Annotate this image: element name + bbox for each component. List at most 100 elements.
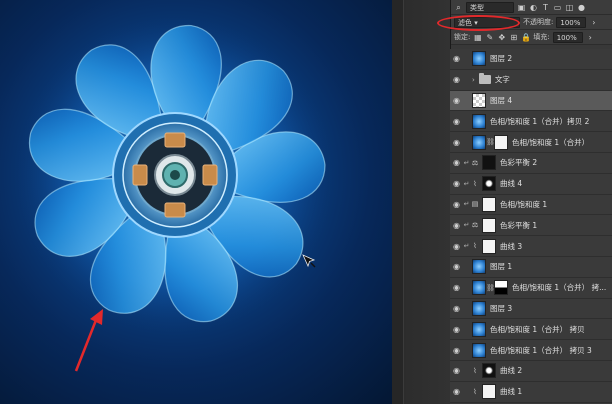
adjust-curve-icon[interactable]: ⌇ [470,179,480,189]
layer-row[interactable]: ◉ 图层 2 [450,49,612,70]
layer-thumbnail[interactable] [472,113,486,129]
lock-all-icon[interactable]: 🔒 [521,33,531,42]
layer-row[interactable]: ◉ ⌇ 曲线 1 [450,381,612,403]
blend-mode-select[interactable]: 滤色 ▾ [454,16,520,28]
layer-thumbnail[interactable] [482,155,496,171]
layer-thumbnail[interactable] [472,51,486,67]
adjust-curve-icon[interactable]: ⌇ [470,387,480,397]
filter-pixel-icon[interactable]: ▣ [517,3,526,12]
layer-thumbnail[interactable] [482,196,496,212]
opacity-value: 100% [560,18,581,27]
layer-name: 曲线 4 [500,179,523,189]
layer-name: 曲线 1 [500,387,523,397]
visibility-eye-icon[interactable]: ◉ [450,304,463,313]
fill-input[interactable]: 100% [552,31,583,43]
filter-adjust-icon[interactable]: ◐ [529,3,538,12]
chevron-right-icon[interactable]: › [589,18,598,27]
layer-row[interactable]: ◉ 图层 1 [450,256,612,278]
move-cursor-icon [302,254,316,268]
layer-name: 曲线 3 [500,241,523,251]
filter-type-icon[interactable]: T [541,3,550,12]
adjust-hue-icon[interactable]: ▤ [470,199,480,209]
layer-list: ◉ 图层 2 ◉ › 文字 ◉ 图层 4 ◉ 色相/饱和度 1（合并）拷贝 2 ◉ ⛓ 色相/饱和度 … [450,49,612,404]
layer-thumbnail[interactable] [482,238,496,254]
visibility-eye-icon[interactable]: ◉ [450,96,463,105]
layer-row[interactable]: ◉ ↵ ⌇ 曲线 3 [450,236,612,257]
visibility-eye-icon[interactable]: ◉ [450,221,463,230]
layer-row[interactable]: ◉ 色相/饱和度 1（合并） 拷贝 3 [450,340,612,361]
lock-brush-icon[interactable]: ✎ [485,33,494,42]
document-canvas[interactable] [0,0,392,404]
layer-thumbnail[interactable] [472,92,486,108]
layer-mask-thumbnail[interactable] [494,280,508,296]
lock-artboard-icon[interactable]: ⊞ [509,33,518,42]
fill-value: 100% [556,33,577,42]
layer-row[interactable]: ◉ 图层 3 [450,298,612,320]
search-icon: ⌕ [456,2,461,12]
layer-row[interactable]: ◉ ↵ ▤ 色相/饱和度 1 [450,194,612,216]
filter-type-select[interactable]: 类型 [466,1,514,13]
layer-thumbnail[interactable] [482,176,496,192]
chevron-right-icon[interactable]: › [586,33,595,42]
layer-thumbnail[interactable] [472,134,486,150]
mask-link-icon[interactable]: ⛓ [486,138,495,146]
filter-shape-icon[interactable]: ▭ [553,3,562,12]
layer-thumbnail[interactable] [472,342,486,358]
layer-row[interactable]: ◉ ↵ ⚖ 色彩平衡 1 [450,215,612,237]
visibility-eye-icon[interactable]: ◉ [450,117,463,126]
clipping-arrow-icon: ↵ [463,200,470,209]
layer-name: 图层 3 [490,303,513,313]
layer-thumbnail[interactable] [482,363,496,379]
lock-transparent-icon[interactable]: ▦ [473,33,482,42]
visibility-eye-icon[interactable]: ◉ [450,387,463,396]
visibility-eye-icon[interactable]: ◉ [450,283,463,292]
layer-row[interactable]: ◉ ⛓ 色相/饱和度 1（合并） 拷... [450,277,612,299]
visibility-eye-icon[interactable]: ◉ [450,158,463,167]
layer-row[interactable]: ◉ ↵ ⌇ 曲线 4 [450,173,612,195]
layer-row[interactable]: ◉ ⌇ 曲线 2 [450,360,612,382]
expand-chevron-icon[interactable]: › [472,76,475,84]
adjust-balance-icon[interactable]: ⚖ [470,220,480,230]
layer-name: 图层 4 [490,95,513,105]
lock-move-icon[interactable]: ✥ [497,33,506,42]
adjust-curve-icon[interactable]: ⌇ [470,241,480,251]
visibility-eye-icon[interactable]: ◉ [450,200,463,209]
opacity-label: 不透明度: [523,18,554,26]
layer-thumbnail[interactable] [472,321,486,337]
layer-row[interactable]: ◉ 图层 4 [450,90,612,112]
layer-row[interactable]: ◉ 色相/饱和度 1（合并）拷贝 2 [450,111,612,133]
visibility-eye-icon[interactable]: ◉ [450,262,463,271]
filter-type-label: 类型 [470,3,484,12]
layer-mask-thumbnail[interactable] [494,134,508,150]
layer-name: 文字 [494,75,510,85]
visibility-eye-icon[interactable]: ◉ [450,346,463,355]
visibility-eye-icon[interactable]: ◉ [450,138,463,147]
visibility-eye-icon[interactable]: ◉ [450,325,463,334]
layer-thumbnail[interactable] [482,217,496,233]
layer-row[interactable]: ◉ › 文字 [450,69,612,91]
visibility-eye-icon[interactable]: ◉ [450,242,463,251]
layer-name: 色相/饱和度 1（合并） [512,137,590,147]
opacity-input[interactable]: 100% [556,16,587,28]
canvas-scrollbar[interactable] [392,0,404,404]
visibility-eye-icon[interactable]: ◉ [450,179,463,188]
adjust-balance-icon[interactable]: ⚖ [470,158,480,168]
layer-name: 色相/饱和度 1（合并）拷贝 2 [490,116,590,126]
mask-link-icon[interactable]: ⛓ [486,284,495,292]
layer-thumbnail[interactable] [472,300,486,316]
visibility-eye-icon[interactable]: ◉ [450,366,463,375]
layer-thumbnail[interactable] [472,259,486,275]
visibility-eye-icon[interactable]: ◉ [450,75,463,84]
visibility-eye-icon[interactable]: ◉ [450,54,463,63]
layer-name: 曲线 2 [500,366,523,376]
layer-row[interactable]: ◉ 色相/饱和度 1（合并） 拷贝 [450,319,612,341]
layer-row[interactable]: ◉ ↵ ⚖ 色彩平衡 2 [450,152,612,174]
clipping-arrow-icon: ↵ [463,158,470,167]
layer-row[interactable]: ◉ ⛓ 色相/饱和度 1（合并） [450,132,612,153]
layer-thumbnail[interactable] [482,384,496,400]
layer-thumbnail[interactable] [472,280,486,296]
clipping-arrow-icon: ↵ [463,242,470,251]
filter-smart-icon[interactable]: ◫ [565,3,574,12]
filter-toggle-icon[interactable]: ● [577,3,586,12]
adjust-curve-icon[interactable]: ⌇ [470,366,480,376]
